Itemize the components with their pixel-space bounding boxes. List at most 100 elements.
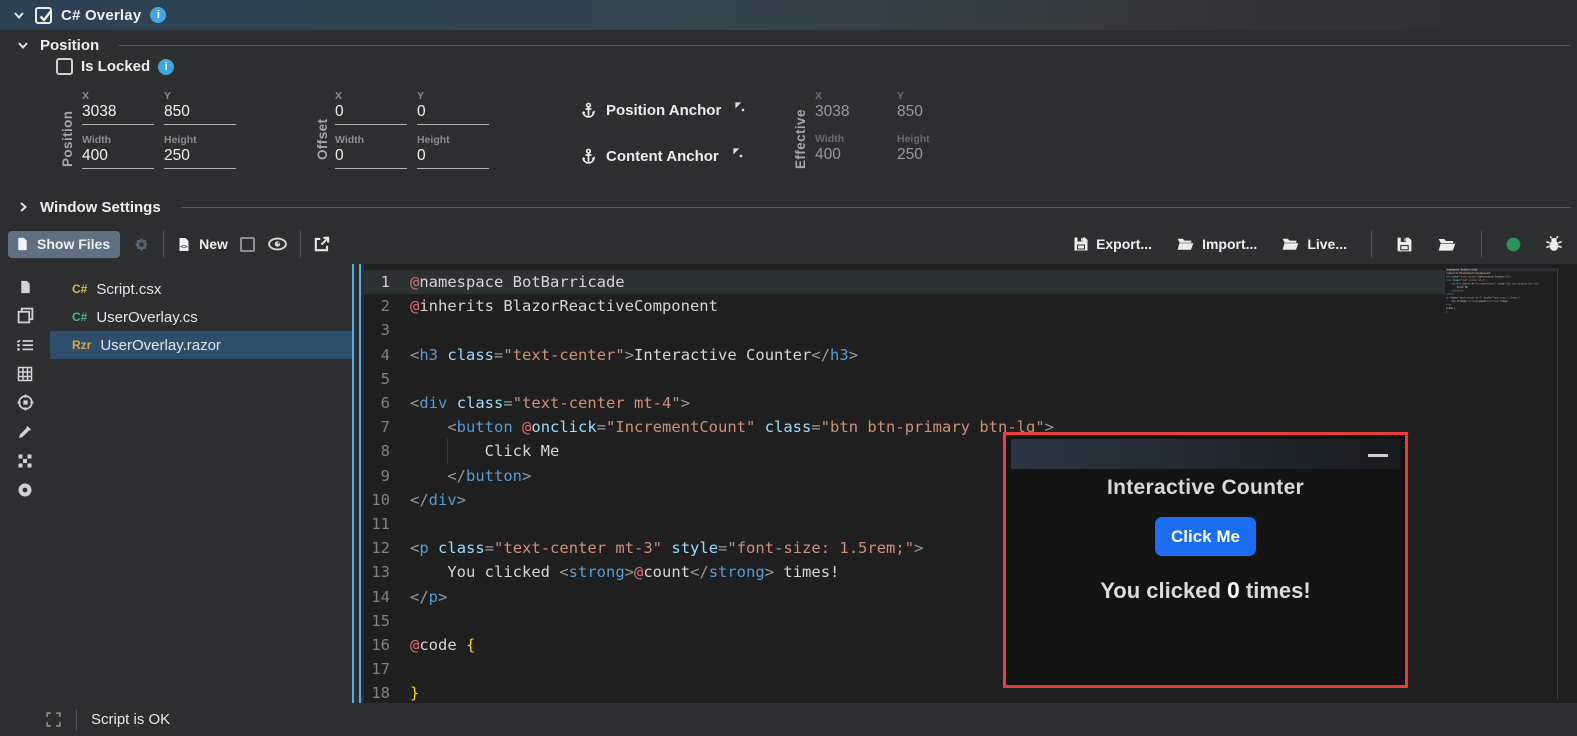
content-anchor-button[interactable]: Content Anchor [580,148,743,165]
file-icon [18,237,27,251]
position-width-field[interactable]: Width 400 [82,134,154,169]
file-item[interactable]: C# Script.csx [50,275,353,303]
is-locked-checkbox[interactable] [56,58,73,75]
code-line[interactable]: 1@namespace BotBarricade [364,270,1577,295]
window-settings-header[interactable]: Window Settings [0,196,1577,218]
position-section-title: Position [40,36,100,54]
offset-height-field[interactable]: Height 0 [417,134,489,169]
checklist-icon[interactable] [16,336,34,353]
preview-checkbox[interactable] [239,236,255,252]
preview-message: You clicked 0 times! [1100,577,1311,603]
preview-titlebar[interactable] [1011,439,1400,469]
side-icon-strip [0,278,50,498]
click-count: 0 [1227,577,1240,603]
gear-icon[interactable] [132,235,151,254]
import-button[interactable]: Import... [1176,236,1257,252]
anchor-direction-icon [735,102,745,112]
effective-y-field: Y 850 [897,90,923,120]
show-files-button[interactable]: Show Files [8,230,121,258]
effective-width-field: Width 400 [815,133,845,163]
offset-group-label: Offset [315,118,330,160]
app-window: C# Overlay i Position Is Locked i Positi… [0,0,1577,736]
preview-title: Interactive Counter [1106,476,1305,499]
effective-x-field: X 3038 [815,90,850,120]
copy-icon[interactable] [16,307,34,324]
status-bar: Script is OK [0,703,1577,736]
offset-y-field[interactable]: Y 0 [417,90,489,125]
file-item[interactable]: C# UserOverlay.cs [50,303,353,331]
effective-group-label: Effective [793,109,808,169]
editor-scrollbar[interactable] [1557,268,1558,699]
file-list: C# Script.csx C# UserOverlay.cs Rzr UserOverl… [50,275,353,359]
eyedropper-icon[interactable] [16,423,34,440]
position-section-header[interactable]: Position [0,34,1577,56]
position-fields: X 3038 Y 850 Width 400 Height 250 [82,90,236,169]
folder-open-icon [1177,238,1194,250]
offset-fields: X 0 Y 0 Width 0 Height 0 [335,90,489,169]
code-line[interactable]: 3 [364,318,1577,342]
open-external-icon[interactable] [313,235,331,253]
record-icon[interactable] [16,481,34,498]
save-icon[interactable] [1396,236,1413,253]
tiles-icon[interactable] [16,452,34,469]
file-icon[interactable] [16,278,34,295]
info-icon[interactable]: i [158,58,175,75]
divider [1371,231,1372,257]
live-button[interactable]: Live... [1281,236,1347,252]
file-name: UserOverlay.cs [96,308,198,326]
divider [1481,231,1482,257]
file-item[interactable]: Rzr UserOverlay.razor [50,331,353,359]
file-name: Script.csx [96,280,162,298]
code-line[interactable]: 5 [364,367,1577,391]
code-line[interactable]: 2@inherits BlazorReactiveComponent [364,294,1577,318]
position-group-label: Position [60,110,75,168]
files-toolbar: Show Files <> New Export... Import... Li… [0,224,1577,264]
overlay-header[interactable]: C# Overlay i [0,0,1577,30]
panel-splitter[interactable] [351,264,364,703]
position-anchor-button[interactable]: Position Anchor [580,102,745,119]
file-type-badge: C# [72,282,88,296]
divider [163,231,165,257]
bug-icon[interactable] [1545,235,1563,253]
divider [119,44,1571,46]
overlay-preview-window[interactable]: Interactive Counter Click Me You clicked… [1003,432,1408,688]
position-height-field[interactable]: Height 250 [164,134,236,169]
effective-height-field: Height 250 [897,133,930,163]
chevron-down-icon[interactable] [12,8,26,22]
file-type-badge: Rzr [72,338,92,352]
code-line[interactable]: 18} [1446,310,1556,314]
overlay-enabled-checkbox[interactable] [35,6,52,24]
info-icon[interactable]: i [150,7,167,23]
eye-icon[interactable] [267,236,288,252]
fullscreen-icon[interactable] [45,711,62,728]
file-name: UserOverlay.razor [100,336,221,354]
status-green-dot [1506,237,1521,251]
chevron-down-icon[interactable] [16,38,30,52]
minimap[interactable]: 1@namespace BotBarricade2@inherits Blazo… [1446,268,1556,390]
overlay-title: C# Overlay [61,6,142,24]
is-locked-label: Is Locked [81,58,151,75]
anchor-icon [582,102,596,118]
status-text: Script is OK [91,711,171,728]
grid-icon[interactable] [16,365,34,382]
offset-width-field[interactable]: Width 0 [335,134,407,169]
position-y-field[interactable]: Y 850 [164,90,236,125]
effective-fields: X 3038 Y 850 Width 400 Height 250 [815,90,969,167]
new-file-button[interactable]: <> New [176,236,228,253]
code-line[interactable]: 6<div class="text-center mt-4"> [364,391,1577,415]
new-file-icon: <> [179,237,189,251]
save-icon [1074,237,1088,251]
position-x-field[interactable]: X 3038 [82,90,154,125]
click-me-button[interactable]: Click Me [1155,517,1256,556]
anchor-direction-icon [733,148,742,158]
main-content: C# Script.csx C# UserOverlay.cs Rzr UserOverl… [0,264,1577,703]
chevron-right-icon[interactable] [16,200,30,214]
code-line[interactable]: 4<h3 class="text-center">Interactive Cou… [364,343,1577,367]
window-settings-title: Window Settings [40,198,161,216]
folder-open-icon [1282,238,1299,250]
minimize-icon[interactable] [1368,454,1388,457]
offset-x-field[interactable]: X 0 [335,90,407,125]
export-button[interactable]: Export... [1073,236,1152,252]
folder-open-icon[interactable] [1437,236,1457,253]
target-icon[interactable] [16,394,34,411]
